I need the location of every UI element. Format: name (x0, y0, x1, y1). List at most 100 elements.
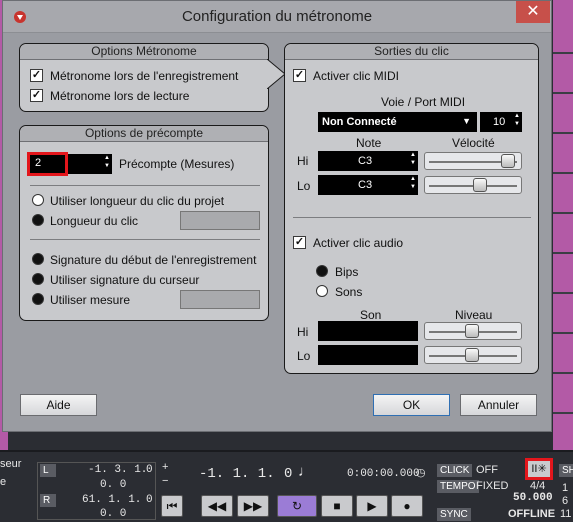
left-locator-position[interactable]: -1. 3. 1. (88, 464, 147, 476)
help-button[interactable]: Aide (20, 394, 97, 416)
play-button[interactable]: ▶ (356, 495, 388, 517)
channel-spinner-icon[interactable]: ▲ ▼ (514, 112, 520, 132)
label-bips: Bips (335, 265, 359, 279)
tempo-mode: FIXED (476, 480, 509, 492)
label-record-metronome: Métronome lors de l'enregistrement (50, 69, 239, 83)
right-num-3: 11 (560, 508, 572, 520)
panel-title: Options de précompte (20, 126, 268, 142)
radio-sons[interactable] (316, 285, 328, 297)
fast-forward-button[interactable]: ▶▶ (237, 495, 269, 517)
daw-background-tracks (553, 0, 573, 450)
stop-button[interactable]: ■ (321, 495, 353, 517)
midi-port-select[interactable]: Non Connecté ▼ (318, 112, 477, 132)
dialog-titlebar: Configuration du métronome ✕ (3, 1, 551, 33)
tempo-tag[interactable]: TEMPO (437, 480, 479, 493)
radio-bips[interactable] (316, 265, 328, 277)
checkbox-midi-click[interactable]: ✓ (293, 69, 306, 82)
right-locator-marker[interactable]: R (40, 494, 56, 507)
panel-options-metronome: Options Métronome ✓ Métronome lors de l'… (19, 43, 269, 112)
radio-click-length[interactable] (32, 214, 44, 226)
sound-heading: Son (360, 308, 382, 322)
clock-icon: ◷ (416, 467, 426, 479)
main-ticks[interactable]: 0 (284, 466, 292, 482)
radio-project-click-length[interactable] (32, 194, 44, 206)
midi-channel-value: 10 (493, 116, 506, 128)
hi-velocity-slider[interactable] (424, 152, 522, 170)
radio-use-measure[interactable] (32, 293, 44, 305)
midi-channel-field[interactable]: 10 ▲ ▼ (480, 112, 522, 132)
panel-title: Sorties du clic (285, 44, 538, 60)
sync-tag[interactable]: SYNC (437, 508, 471, 521)
note-heading: Note (356, 136, 382, 150)
slider-knob[interactable] (473, 178, 487, 192)
lo-level-slider[interactable] (424, 346, 522, 364)
label-sons: Sons (335, 285, 363, 299)
left-locator-ticks[interactable]: 0 (146, 464, 153, 476)
click-tag[interactable]: CLICK (437, 464, 473, 477)
hi-note-field[interactable]: C3 ▲ ▼ (318, 151, 418, 171)
transport-bar: seur e L -1. 3. 1. 0 0. 0 R 61. 1. 1. 0 … (0, 450, 573, 522)
label-record-start-signature: Signature du début de l'enregistrement (50, 253, 257, 267)
lo-velocity-slider[interactable] (424, 176, 522, 194)
lo-note-field[interactable]: C3 ▲ ▼ (318, 175, 418, 195)
rewind-button[interactable]: ◀◀ (201, 495, 233, 517)
metronome-settings-button[interactable]: II✳ (525, 458, 553, 480)
precount-label: Précompte (Mesures) (119, 157, 235, 171)
hi-note-value: C3 (358, 155, 373, 167)
minus-icon[interactable]: − (162, 475, 168, 487)
radio-cursor-signature[interactable] (32, 273, 44, 285)
sync-value: OFFLINE (508, 508, 556, 520)
level-heading: Niveau (455, 308, 493, 322)
offset-value-2[interactable]: 0. 0 (100, 508, 126, 520)
hi-level-slider[interactable] (424, 322, 522, 340)
lo-label: Lo (297, 179, 311, 193)
panel-sorties-clic: Sorties du clic ✓ Activer clic MIDI Voie… (284, 43, 539, 374)
label-click-length: Longueur du clic (50, 214, 139, 228)
checkbox-playback-metronome[interactable]: ✓ (30, 89, 43, 102)
precount-spinner-icon[interactable]: ▲ ▼ (104, 154, 110, 174)
slider-knob[interactable] (465, 348, 479, 362)
offset-value-1[interactable]: 0. 0 (100, 479, 126, 491)
record-button[interactable]: ● (391, 495, 423, 517)
lo-sound-field[interactable] (318, 345, 418, 365)
right-locator-ticks[interactable]: 0 (146, 494, 153, 506)
precount-highlight (27, 152, 68, 176)
metronome-icon: II✳ (531, 463, 547, 475)
radio-record-start-signature[interactable] (32, 253, 44, 265)
cut-label-1: seur (0, 458, 22, 470)
dialog-title: Configuration du métronome (181, 8, 373, 25)
label-cursor-signature: Utiliser signature du curseur (50, 273, 200, 287)
cancel-button[interactable]: Annuler (460, 394, 537, 416)
click-value: OFF (476, 464, 498, 476)
go-to-start-button[interactable]: ⏮ (161, 495, 183, 517)
click-length-field[interactable] (180, 211, 260, 230)
main-position[interactable]: -1. 1. 1. (199, 466, 275, 482)
main-time[interactable]: 0:00:00.000 (347, 468, 420, 480)
slider-knob[interactable] (501, 154, 515, 168)
cut-label-right: SH (559, 464, 573, 477)
left-locator-marker[interactable]: L (40, 464, 56, 477)
tempo-value[interactable]: 50.000 (513, 492, 553, 504)
midi-port-heading: Voie / Port MIDI (381, 95, 466, 109)
time-signature: 4/4 (530, 480, 546, 492)
hi-sound-label: Hi (297, 325, 309, 339)
label-project-click-length: Utiliser longueur du clic du projet (50, 194, 225, 208)
right-num-2: 6 (562, 495, 569, 507)
plus-icon[interactable]: + (162, 461, 168, 473)
right-locator-position[interactable]: 61. 1. 1. (82, 494, 141, 506)
slider-knob[interactable] (465, 324, 479, 338)
label-midi-click: Activer clic MIDI (313, 69, 400, 83)
checkbox-record-metronome[interactable]: ✓ (30, 69, 43, 82)
label-audio-click: Activer clic audio (313, 236, 404, 250)
loop-button[interactable]: ↻ (277, 495, 317, 517)
hi-note-spinner-icon[interactable]: ▲ ▼ (410, 151, 416, 171)
panel-title: Options Métronome (20, 44, 268, 60)
hi-sound-field[interactable] (318, 321, 418, 341)
measure-field[interactable] (180, 290, 260, 309)
ok-button[interactable]: OK (373, 394, 450, 416)
metronome-dialog: Configuration du métronome ✕ Options Mét… (2, 0, 552, 432)
close-icon: ✕ (526, 3, 540, 20)
close-button[interactable]: ✕ (516, 1, 550, 23)
checkbox-audio-click[interactable]: ✓ (293, 236, 306, 249)
lo-note-spinner-icon[interactable]: ▲ ▼ (410, 175, 416, 195)
